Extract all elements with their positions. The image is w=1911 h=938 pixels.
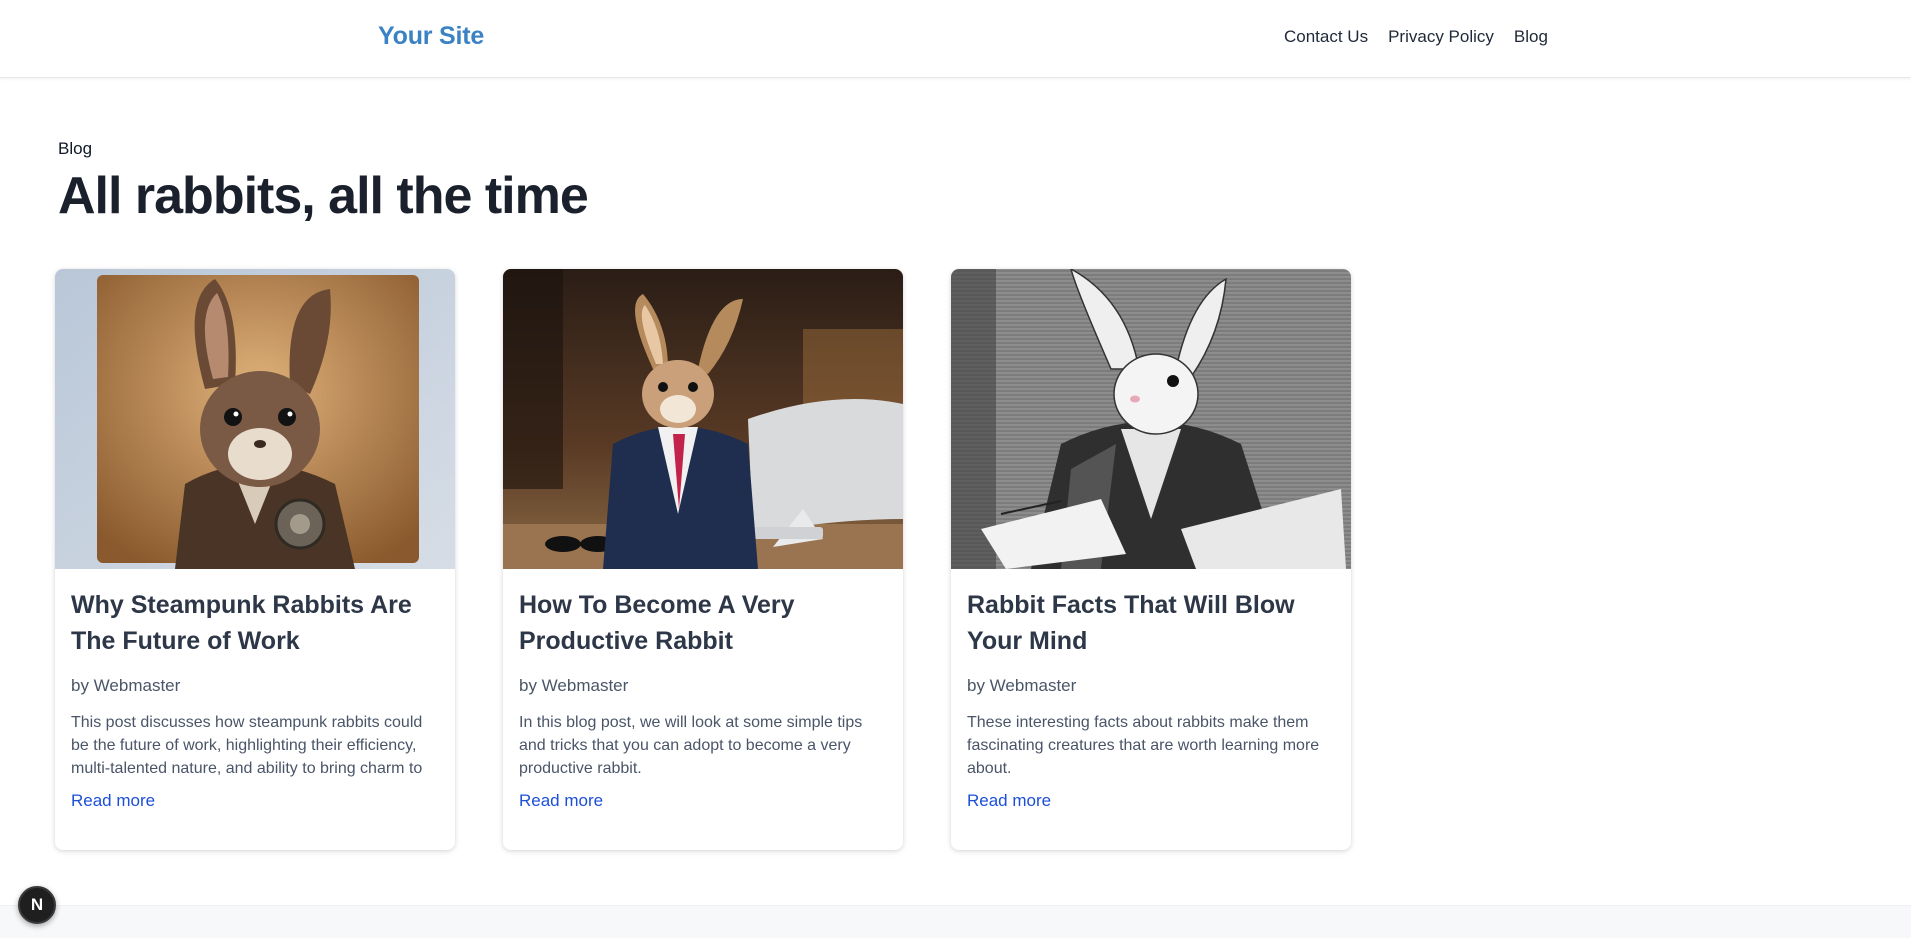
- footer-strip: [0, 905, 1911, 938]
- post-excerpt: In this blog post, we will look at some …: [519, 714, 863, 777]
- read-more-link[interactable]: Read more: [519, 791, 603, 811]
- steampunk-rabbit-image: [55, 269, 455, 569]
- post-card: How To Become A Very Productive Rabbit b…: [503, 269, 903, 850]
- read-more-link[interactable]: Read more: [71, 791, 155, 811]
- post-author: by Webmaster: [519, 676, 629, 695]
- engraved-rabbit-image: [951, 269, 1351, 569]
- breadcrumb: Blog: [58, 139, 93, 158]
- read-more-link[interactable]: Read more: [967, 791, 1051, 811]
- post-body: Rabbit Facts That Will Blow Your Mind by…: [951, 569, 1351, 811]
- page-title: All rabbits, all the time: [58, 167, 589, 225]
- post-author: by Webmaster: [71, 676, 181, 695]
- post-excerpt: These interesting facts about rabbits ma…: [967, 714, 1320, 777]
- post-card: Why Steampunk Rabbits Are The Future of …: [55, 269, 455, 850]
- office-rabbit-image: [503, 269, 903, 569]
- post-card: Rabbit Facts That Will Blow Your Mind by…: [951, 269, 1351, 850]
- post-author: by Webmaster: [967, 676, 1077, 695]
- nav-contact-us[interactable]: Contact Us: [1284, 27, 1368, 47]
- post-image[interactable]: [55, 269, 455, 569]
- post-image[interactable]: [951, 269, 1351, 569]
- main-nav: Contact Us Privacy Policy Blog: [1284, 27, 1548, 47]
- post-title[interactable]: How To Become A Very Productive Rabbit: [519, 587, 887, 659]
- dev-tools-badge[interactable]: N: [18, 886, 56, 924]
- site-logo[interactable]: Your Site: [378, 22, 484, 51]
- post-title[interactable]: Rabbit Facts That Will Blow Your Mind: [967, 587, 1335, 659]
- post-title[interactable]: Why Steampunk Rabbits Are The Future of …: [71, 587, 439, 659]
- site-header: Your Site Contact Us Privacy Policy Blog: [0, 0, 1911, 78]
- post-body: Why Steampunk Rabbits Are The Future of …: [55, 569, 455, 811]
- post-excerpt: This post discusses how steampunk rabbit…: [71, 714, 423, 777]
- nav-blog[interactable]: Blog: [1514, 27, 1548, 47]
- post-image[interactable]: [503, 269, 903, 569]
- post-body: How To Become A Very Productive Rabbit b…: [503, 569, 903, 811]
- nav-privacy-policy[interactable]: Privacy Policy: [1388, 27, 1494, 47]
